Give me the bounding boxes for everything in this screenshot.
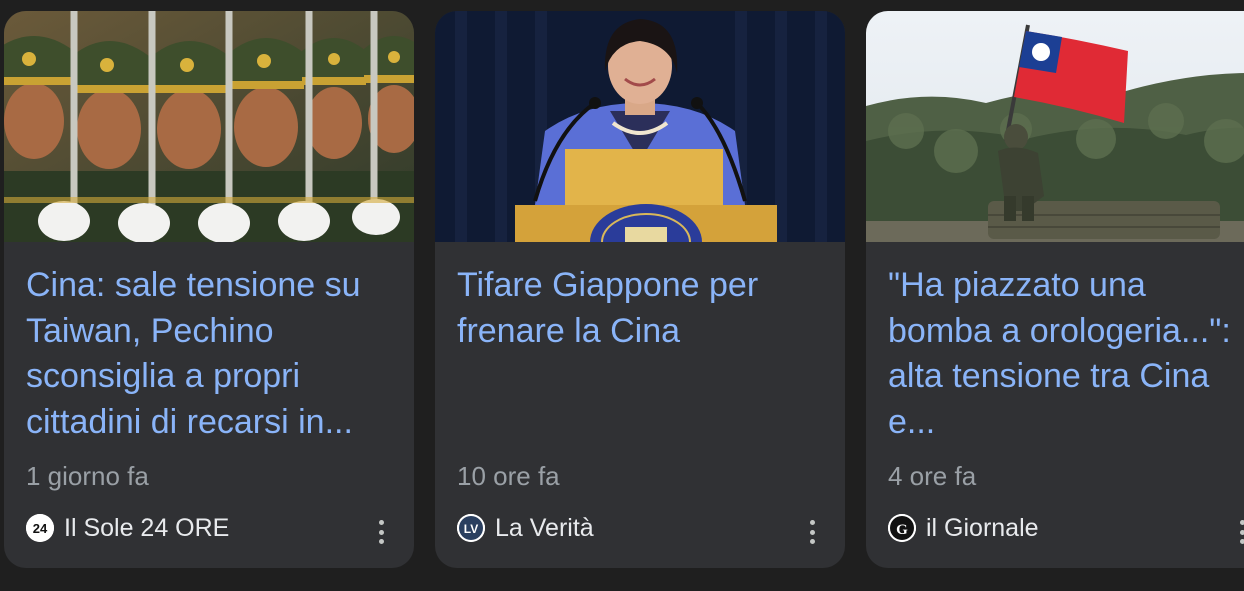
more-vert-icon[interactable]	[1230, 517, 1244, 547]
publisher-logo-icon: 24	[26, 514, 54, 542]
source-name: La Verità	[495, 514, 594, 542]
news-carousel: Cina: sale tensione su Taiwan, Pechino s…	[0, 0, 1244, 591]
publish-time: 1 giorno fa	[26, 461, 149, 491]
source-name: il Giornale	[926, 514, 1039, 542]
news-headline[interactable]: "Ha piazzato una bomba a orologeria...":…	[888, 263, 1244, 445]
publisher-logo-icon: G	[888, 514, 916, 542]
news-card[interactable]: "Ha piazzato una bomba a orologeria...":…	[866, 11, 1244, 568]
news-headline[interactable]: Tifare Giappone per frenare la Cina	[457, 263, 827, 354]
source-name: Il Sole 24 ORE	[64, 514, 230, 542]
news-source: LV La Verità	[457, 511, 594, 545]
publish-time: 4 ore fa	[888, 461, 977, 491]
publisher-logo-icon: LV	[457, 514, 485, 542]
news-card[interactable]: Tifare Giappone per frenare la Cina 10 o…	[435, 11, 845, 568]
news-source: 24 Il Sole 24 ORE	[26, 511, 229, 545]
publisher-logo-text: 24	[33, 521, 48, 536]
publish-time: 10 ore fa	[457, 461, 560, 491]
more-vert-icon[interactable]	[369, 517, 393, 547]
soldier-with-taiwan-flag-photo[interactable]	[866, 11, 1244, 242]
news-card[interactable]: Cina: sale tensione su Taiwan, Pechino s…	[4, 11, 414, 568]
politician-at-podium-photo[interactable]	[435, 11, 845, 242]
publisher-logo-text: G	[896, 522, 908, 538]
publisher-logo-text: LV	[464, 522, 478, 536]
soldiers-parade-photo[interactable]	[4, 11, 414, 242]
news-headline[interactable]: Cina: sale tensione su Taiwan, Pechino s…	[26, 263, 396, 445]
more-vert-icon[interactable]	[800, 517, 824, 547]
news-source: G il Giornale	[888, 511, 1039, 545]
